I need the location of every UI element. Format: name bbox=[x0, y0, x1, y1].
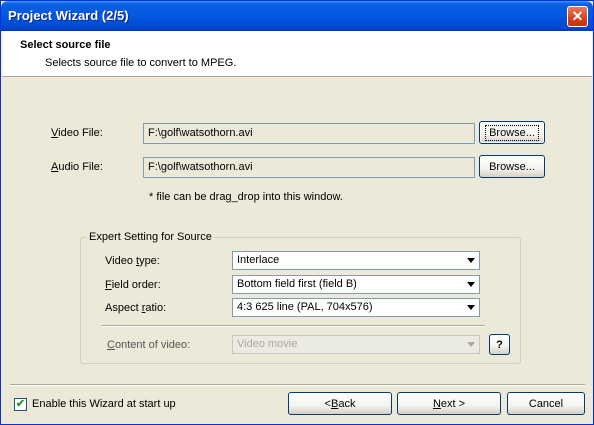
close-icon[interactable]: ✕ bbox=[567, 6, 588, 27]
field-order-select[interactable]: Bottom field first (field B) bbox=[232, 275, 480, 294]
drag-drop-hint: * file can be drag_drop into this window… bbox=[149, 191, 343, 203]
content-of-video-select[interactable]: Video movie bbox=[232, 335, 480, 354]
aspect-ratio-select[interactable]: 4:3 625 line (PAL, 704x576) bbox=[232, 298, 480, 317]
page-subtitle: Selects source file to convert to MPEG. bbox=[45, 57, 237, 69]
enable-wizard-checkbox[interactable]: ✔ bbox=[14, 398, 27, 411]
video-type-select[interactable]: Interlace bbox=[232, 251, 480, 270]
video-type-label: Video type: bbox=[105, 255, 160, 267]
aspect-ratio-label: Aspect ratio: bbox=[105, 302, 167, 314]
video-file-field[interactable]: F:\golf\watsothorn.avi bbox=[143, 123, 475, 144]
page-title: Select source file bbox=[20, 39, 111, 51]
audio-file-label: Audio File: bbox=[51, 161, 103, 173]
chevron-down-icon bbox=[463, 337, 478, 352]
help-button[interactable]: ? bbox=[489, 334, 510, 355]
video-browse-button[interactable]: Browse... bbox=[479, 121, 545, 144]
enable-wizard-label[interactable]: Enable this Wizard at start up bbox=[32, 398, 176, 410]
video-type-value: Interlace bbox=[237, 254, 280, 266]
video-file-label: Video File: bbox=[51, 127, 103, 139]
audio-browse-button[interactable]: Browse... bbox=[479, 155, 545, 178]
cancel-button[interactable]: Cancel bbox=[507, 392, 585, 415]
next-button[interactable]: Next > bbox=[397, 392, 501, 415]
back-button[interactable]: < Back bbox=[288, 392, 392, 415]
field-order-value: Bottom field first (field B) bbox=[237, 278, 357, 290]
window-title: Project Wizard (2/5) bbox=[8, 8, 129, 23]
chevron-down-icon[interactable] bbox=[463, 277, 478, 292]
aspect-ratio-value: 4:3 625 line (PAL, 704x576) bbox=[237, 301, 373, 313]
content-of-video-value: Video movie bbox=[237, 338, 298, 350]
chevron-down-icon[interactable] bbox=[463, 300, 478, 315]
content-of-video-label: Content of video: bbox=[107, 339, 191, 351]
footer-divider bbox=[10, 384, 585, 386]
chevron-down-icon[interactable] bbox=[463, 253, 478, 268]
title-bar[interactable]: Project Wizard (2/5) ✕ bbox=[1, 1, 593, 31]
group-divider bbox=[102, 325, 485, 327]
field-order-label: Field order: bbox=[105, 279, 161, 291]
expert-settings-title: Expert Setting for Source bbox=[87, 231, 214, 243]
wizard-header: Select source file Selects source file t… bbox=[2, 31, 592, 77]
audio-file-field[interactable]: F:\golf\watsothorn.avi bbox=[143, 157, 475, 178]
project-wizard-window: Project Wizard (2/5) ✕ Select source fil… bbox=[0, 0, 594, 425]
